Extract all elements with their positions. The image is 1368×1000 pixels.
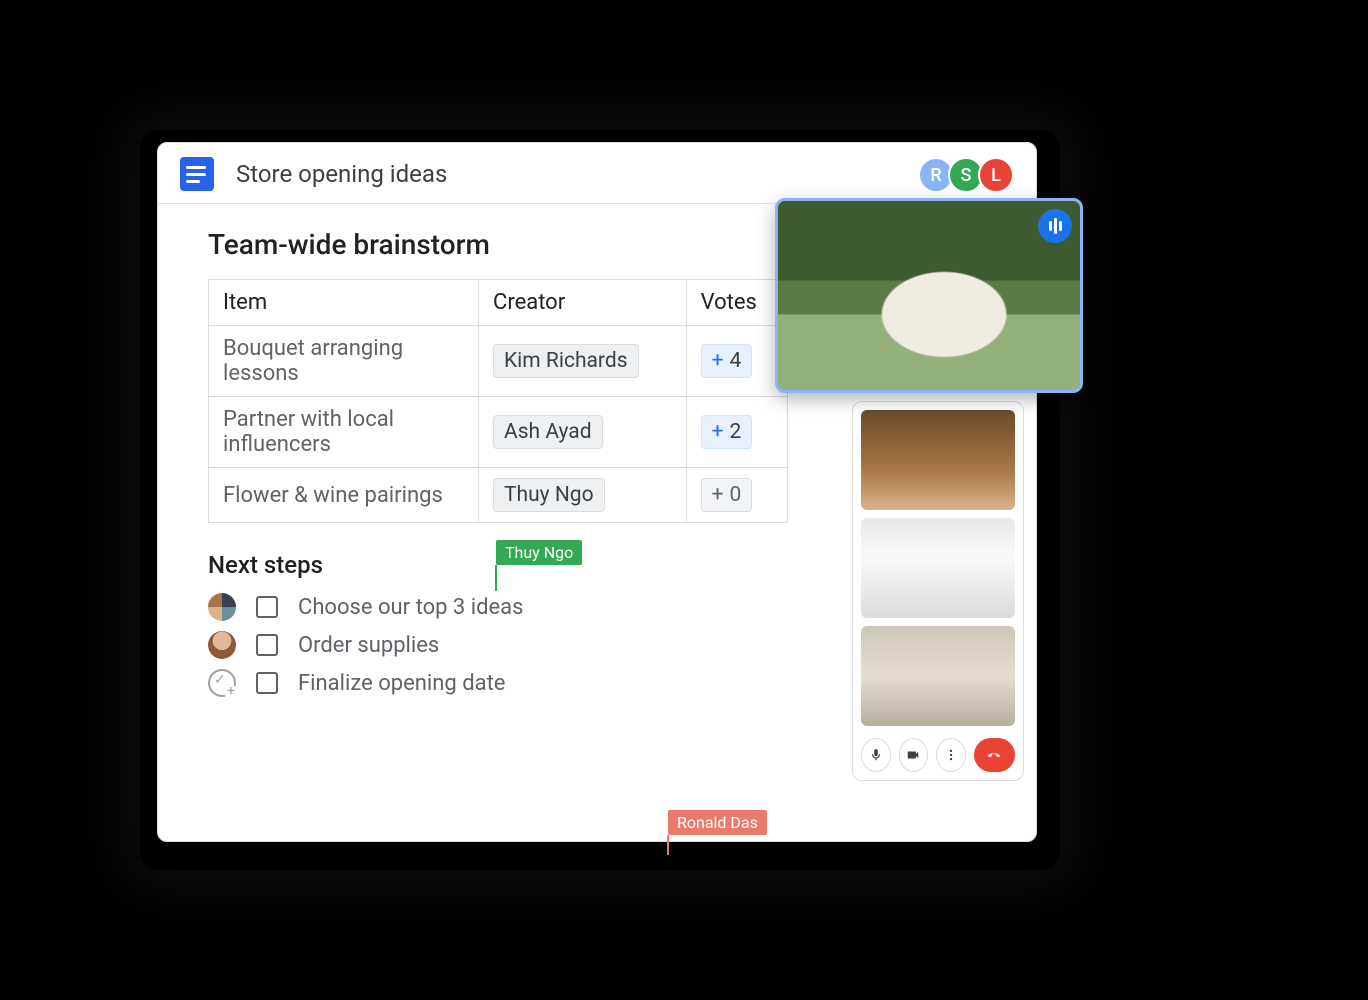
col-item: Item xyxy=(209,280,479,326)
doc-header: Store opening ideas R S L xyxy=(158,143,1036,204)
meet-panel xyxy=(852,401,1024,781)
creator-chip[interactable]: Ash Ayad xyxy=(493,415,603,449)
cell-creator: Ash Ayad xyxy=(479,397,687,468)
vote-count: 2 xyxy=(730,420,742,444)
vote-count: 0 xyxy=(730,483,742,507)
creator-chip[interactable]: Thuy Ngo xyxy=(493,478,605,512)
active-speaker-tile[interactable] xyxy=(775,198,1083,393)
plus-icon: + xyxy=(712,420,724,444)
participant-thumb[interactable] xyxy=(861,626,1015,726)
mic-icon xyxy=(869,748,883,762)
docs-logo-icon[interactable] xyxy=(180,157,214,191)
task-text[interactable]: Choose our top 3 ideas xyxy=(298,595,524,620)
presence-avatar-l[interactable]: L xyxy=(978,157,1014,193)
table-row: Flower & wine pairings Thuy Ngo + 0 xyxy=(209,468,788,523)
hangup-button[interactable] xyxy=(974,738,1015,772)
vote-count: 4 xyxy=(730,349,742,373)
camera-icon xyxy=(906,748,920,762)
participant-thumb[interactable] xyxy=(861,410,1015,510)
assignee-avatar[interactable] xyxy=(208,631,236,659)
participant-thumb[interactable] xyxy=(861,518,1015,618)
vote-chip[interactable]: + 2 xyxy=(701,415,753,449)
assign-add-icon[interactable] xyxy=(208,669,236,697)
doc-title[interactable]: Store opening ideas xyxy=(236,160,447,188)
cell-votes: + 4 xyxy=(686,326,787,397)
ideas-table: Item Creator Votes Bouquet arranging les… xyxy=(208,279,788,523)
task-checkbox[interactable] xyxy=(256,672,278,694)
table-row: Bouquet arranging lessons Kim Richards +… xyxy=(209,326,788,397)
cell-creator: Thuy Ngo xyxy=(479,468,687,523)
cell-item[interactable]: Bouquet arranging lessons xyxy=(209,326,479,397)
plus-icon: + xyxy=(712,483,724,507)
table-header-row: Item Creator Votes xyxy=(209,280,788,326)
cell-creator: Kim Richards xyxy=(479,326,687,397)
meet-controls xyxy=(861,734,1015,772)
speaking-indicator-icon xyxy=(1038,209,1072,243)
cell-votes: + 2 xyxy=(686,397,787,468)
hangup-icon xyxy=(984,748,1004,762)
mic-button[interactable] xyxy=(861,738,891,772)
presence-stack: R S L xyxy=(924,157,1014,193)
cell-item[interactable]: Partner with local influencers xyxy=(209,397,479,468)
col-creator: Creator xyxy=(479,280,687,326)
table-row: Partner with local influencers Ash Ayad … xyxy=(209,397,788,468)
live-cursor-red: Ronald Das xyxy=(668,810,767,835)
vote-chip[interactable]: + 0 xyxy=(701,478,753,512)
camera-button[interactable] xyxy=(899,738,929,772)
plus-icon: + xyxy=(712,349,724,373)
vote-chip[interactable]: + 4 xyxy=(701,344,753,378)
cell-votes: + 0 xyxy=(686,468,787,523)
col-votes: Votes xyxy=(686,280,787,326)
assignee-group-icon[interactable] xyxy=(208,593,236,621)
live-cursor-green: Thuy Ngo xyxy=(496,540,582,565)
task-text[interactable]: Order supplies xyxy=(298,633,439,658)
task-checkbox[interactable] xyxy=(256,634,278,656)
task-text[interactable]: Finalize opening date xyxy=(298,671,505,696)
more-button[interactable] xyxy=(936,738,966,772)
more-vert-icon xyxy=(944,748,958,762)
creator-chip[interactable]: Kim Richards xyxy=(493,344,639,378)
cell-item[interactable]: Flower & wine pairings xyxy=(209,468,479,523)
task-checkbox[interactable] xyxy=(256,596,278,618)
